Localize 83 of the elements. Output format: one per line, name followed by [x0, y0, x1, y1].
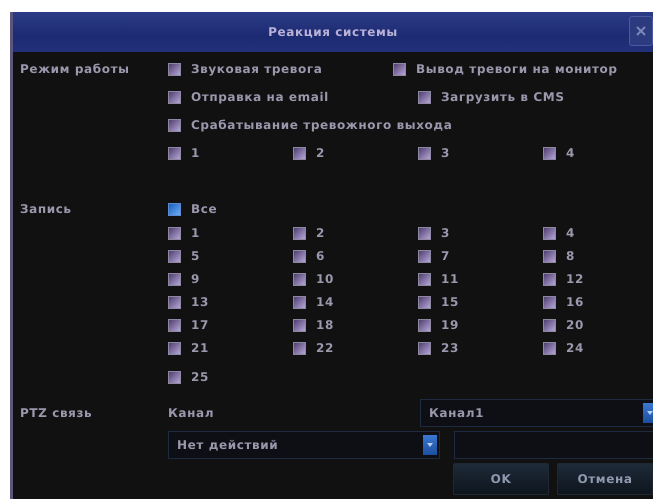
checkbox[interactable]: [293, 250, 306, 262]
checkbox-label: 17: [191, 318, 209, 332]
checkbox-label: Срабатывание тревожного выхода: [191, 118, 452, 132]
checkbox-label: 15: [441, 295, 459, 309]
checkbox-label: 7: [441, 249, 450, 263]
checkbox-label: 21: [191, 341, 209, 355]
checkbox-label: 12: [566, 272, 584, 286]
checkbox[interactable]: [293, 318, 306, 332]
checkbox[interactable]: [168, 296, 181, 308]
checkbox[interactable]: [293, 342, 306, 354]
checkbox[interactable]: [418, 272, 431, 286]
close-button[interactable]: [629, 16, 653, 46]
section-label: PTZ связь: [20, 406, 92, 420]
checkbox[interactable]: [293, 296, 306, 308]
ok-button[interactable]: OK: [453, 463, 549, 495]
checkbox[interactable]: [168, 318, 181, 332]
checkbox-label: 10: [316, 272, 334, 286]
checkbox[interactable]: [168, 62, 181, 76]
checkbox[interactable]: [168, 90, 181, 104]
dropdown[interactable]: Канал1: [420, 399, 653, 427]
checkbox-label: 20: [566, 318, 584, 332]
checkbox[interactable]: [168, 226, 181, 240]
checkbox-label: 2: [316, 146, 325, 160]
checkbox-label: 4: [566, 146, 575, 160]
checkbox[interactable]: [168, 342, 181, 354]
checkbox-label: 13: [191, 295, 209, 309]
checkbox-label: 25: [191, 370, 209, 384]
checkbox-label: 3: [441, 226, 450, 240]
checkbox-label: 11: [441, 272, 459, 286]
dropdown[interactable]: Нет действий: [168, 431, 440, 459]
checkbox-label: 6: [316, 249, 325, 263]
checkbox[interactable]: [418, 90, 431, 104]
checkbox-label: Отправка на email: [191, 90, 329, 104]
checkbox-label: 9: [191, 272, 200, 286]
checkbox[interactable]: [168, 118, 181, 132]
field-label: Канал: [168, 406, 216, 420]
checkbox-label: 23: [441, 341, 459, 355]
checkbox[interactable]: [168, 370, 181, 384]
checkbox-label: 18: [316, 318, 334, 332]
checkbox-label: 24: [566, 341, 584, 355]
checkbox[interactable]: [293, 226, 306, 240]
checkbox[interactable]: [543, 250, 556, 262]
checkbox-label: 22: [316, 341, 334, 355]
checkbox[interactable]: [168, 272, 181, 286]
checkbox-label: 5: [191, 249, 200, 263]
checkbox[interactable]: [543, 272, 556, 286]
checkbox-label: 2: [316, 226, 325, 240]
checkbox-label: Все: [191, 202, 218, 216]
checkbox-label: 4: [566, 226, 575, 240]
checkbox[interactable]: [418, 318, 431, 332]
checkbox-label: 3: [441, 146, 450, 160]
section-label: Режим работы: [20, 62, 130, 76]
checkbox[interactable]: [168, 250, 181, 262]
checkbox[interactable]: [168, 146, 181, 160]
close-icon: [636, 26, 646, 36]
checkbox[interactable]: [168, 202, 181, 216]
window-title: Реакция системы: [268, 25, 398, 39]
caret-icon: [427, 443, 433, 447]
checkbox-label: 8: [566, 249, 575, 263]
checkbox-label: Загрузить в CMS: [441, 90, 565, 104]
checkbox[interactable]: [418, 250, 431, 262]
caret-icon: [647, 411, 653, 415]
checkbox[interactable]: [393, 62, 406, 76]
checkbox[interactable]: [418, 226, 431, 240]
checkbox[interactable]: [418, 342, 431, 354]
checkbox-label: 16: [566, 295, 584, 309]
cancel-button[interactable]: Отмена: [557, 463, 653, 495]
checkbox[interactable]: [543, 146, 556, 160]
checkbox[interactable]: [543, 296, 556, 308]
checkbox-label: 1: [191, 226, 200, 240]
checkbox[interactable]: [418, 146, 431, 160]
checkbox[interactable]: [543, 226, 556, 240]
checkbox-label: 1: [191, 146, 200, 160]
checkbox[interactable]: [543, 342, 556, 354]
section-label: Запись: [20, 202, 72, 216]
checkbox-label: 19: [441, 318, 459, 332]
checkbox-label: Вывод тревоги на монитор: [416, 62, 618, 76]
checkbox[interactable]: [418, 296, 431, 308]
checkbox-label: Звуковая тревога: [191, 62, 322, 76]
checkbox[interactable]: [293, 146, 306, 160]
checkbox[interactable]: [543, 318, 556, 332]
checkbox-label: 14: [316, 295, 334, 309]
checkbox[interactable]: [293, 272, 306, 286]
